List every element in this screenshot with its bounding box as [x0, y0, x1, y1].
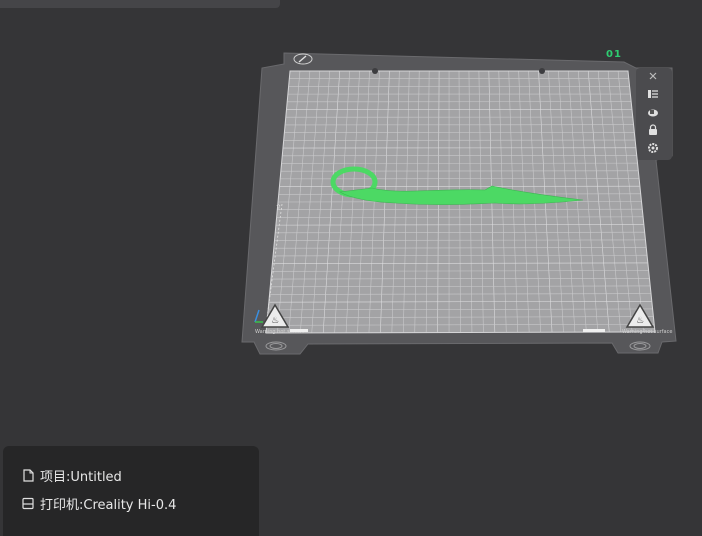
- axis-marker: ⇪: [275, 203, 282, 212]
- auto-orient-button[interactable]: [643, 104, 663, 120]
- edit-plate-button[interactable]: [293, 53, 313, 65]
- plate-number: 01: [606, 49, 622, 60]
- svg-text:♨: ♨: [271, 316, 279, 326]
- lock-plate-button[interactable]: [643, 122, 663, 138]
- project-info: 项目:Untitled: [22, 466, 122, 485]
- info-panel: 项目:Untitled 打印机:Creality Hi-0.4: [3, 446, 259, 536]
- lock-icon: [647, 124, 659, 136]
- plate-notch: [372, 68, 378, 74]
- svg-text:Warning hot surface: Warning hot surface: [622, 329, 672, 335]
- project-label: 项目:Untitled: [40, 466, 122, 485]
- printer-info: 打印机:Creality Hi-0.4: [22, 494, 176, 513]
- arrange-button[interactable]: [643, 86, 663, 102]
- plate-settings-button[interactable]: [643, 140, 663, 156]
- printer-label: 打印机:Creality Hi-0.4: [40, 494, 176, 513]
- list-icon: [647, 88, 659, 100]
- plate-toolbar: [636, 68, 670, 160]
- settings-icon: [647, 142, 659, 154]
- svg-text:♨: ♨: [636, 316, 644, 326]
- auto-orient-icon: [647, 106, 659, 118]
- close-icon: [647, 70, 659, 82]
- printer-icon: [22, 497, 34, 510]
- plate-notch: [539, 68, 545, 74]
- file-icon: [22, 469, 34, 482]
- close-plate-button[interactable]: [643, 68, 663, 84]
- pencil-icon: [293, 53, 313, 65]
